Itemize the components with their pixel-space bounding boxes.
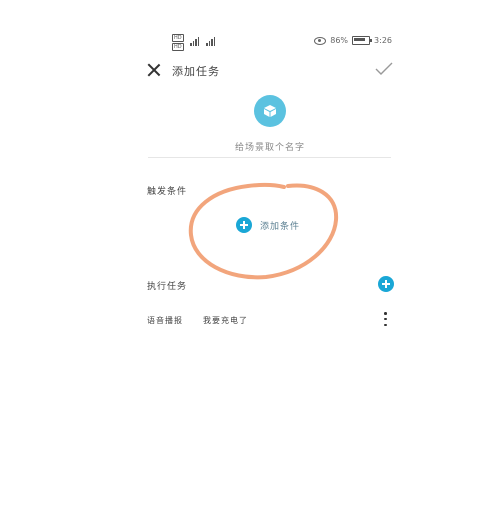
page-title: 添加任务 [172, 65, 220, 78]
scene-avatar[interactable] [254, 95, 286, 127]
task-type: 语音播报 [147, 316, 183, 325]
divider [148, 157, 391, 158]
task-content: 我要充电了 [203, 316, 248, 325]
cube-icon [264, 105, 276, 117]
confirm-check-icon[interactable] [375, 62, 393, 76]
status-bar: HD HD 86% 3:26 [148, 34, 392, 51]
more-options-icon[interactable] [384, 312, 387, 326]
battery-percent: 86% [330, 36, 349, 45]
sim-indicators: HD HD [172, 34, 184, 51]
add-circle-icon [236, 217, 252, 233]
add-task-button[interactable] [378, 276, 394, 292]
scene-name-input[interactable]: 给场景取个名字 [150, 140, 390, 153]
clock: 3:26 [374, 36, 392, 45]
battery-icon [352, 36, 373, 45]
sim1-badge: HD [172, 34, 184, 42]
actions-section-title: 执行任务 [147, 282, 188, 292]
trigger-section-title: 触发条件 [147, 187, 188, 197]
signal-strength-icon [190, 37, 199, 46]
close-icon[interactable] [146, 62, 162, 78]
add-condition-label: 添加条件 [260, 221, 301, 232]
eye-comfort-icon [314, 36, 327, 45]
signal-strength-icon [206, 37, 215, 46]
sim2-badge: HD [172, 43, 184, 51]
add-condition-button[interactable]: 添加条件 [236, 217, 300, 233]
list-item[interactable]: 语音播报 我要充电了 [147, 315, 248, 326]
status-right: 86% 3:26 [314, 36, 392, 45]
